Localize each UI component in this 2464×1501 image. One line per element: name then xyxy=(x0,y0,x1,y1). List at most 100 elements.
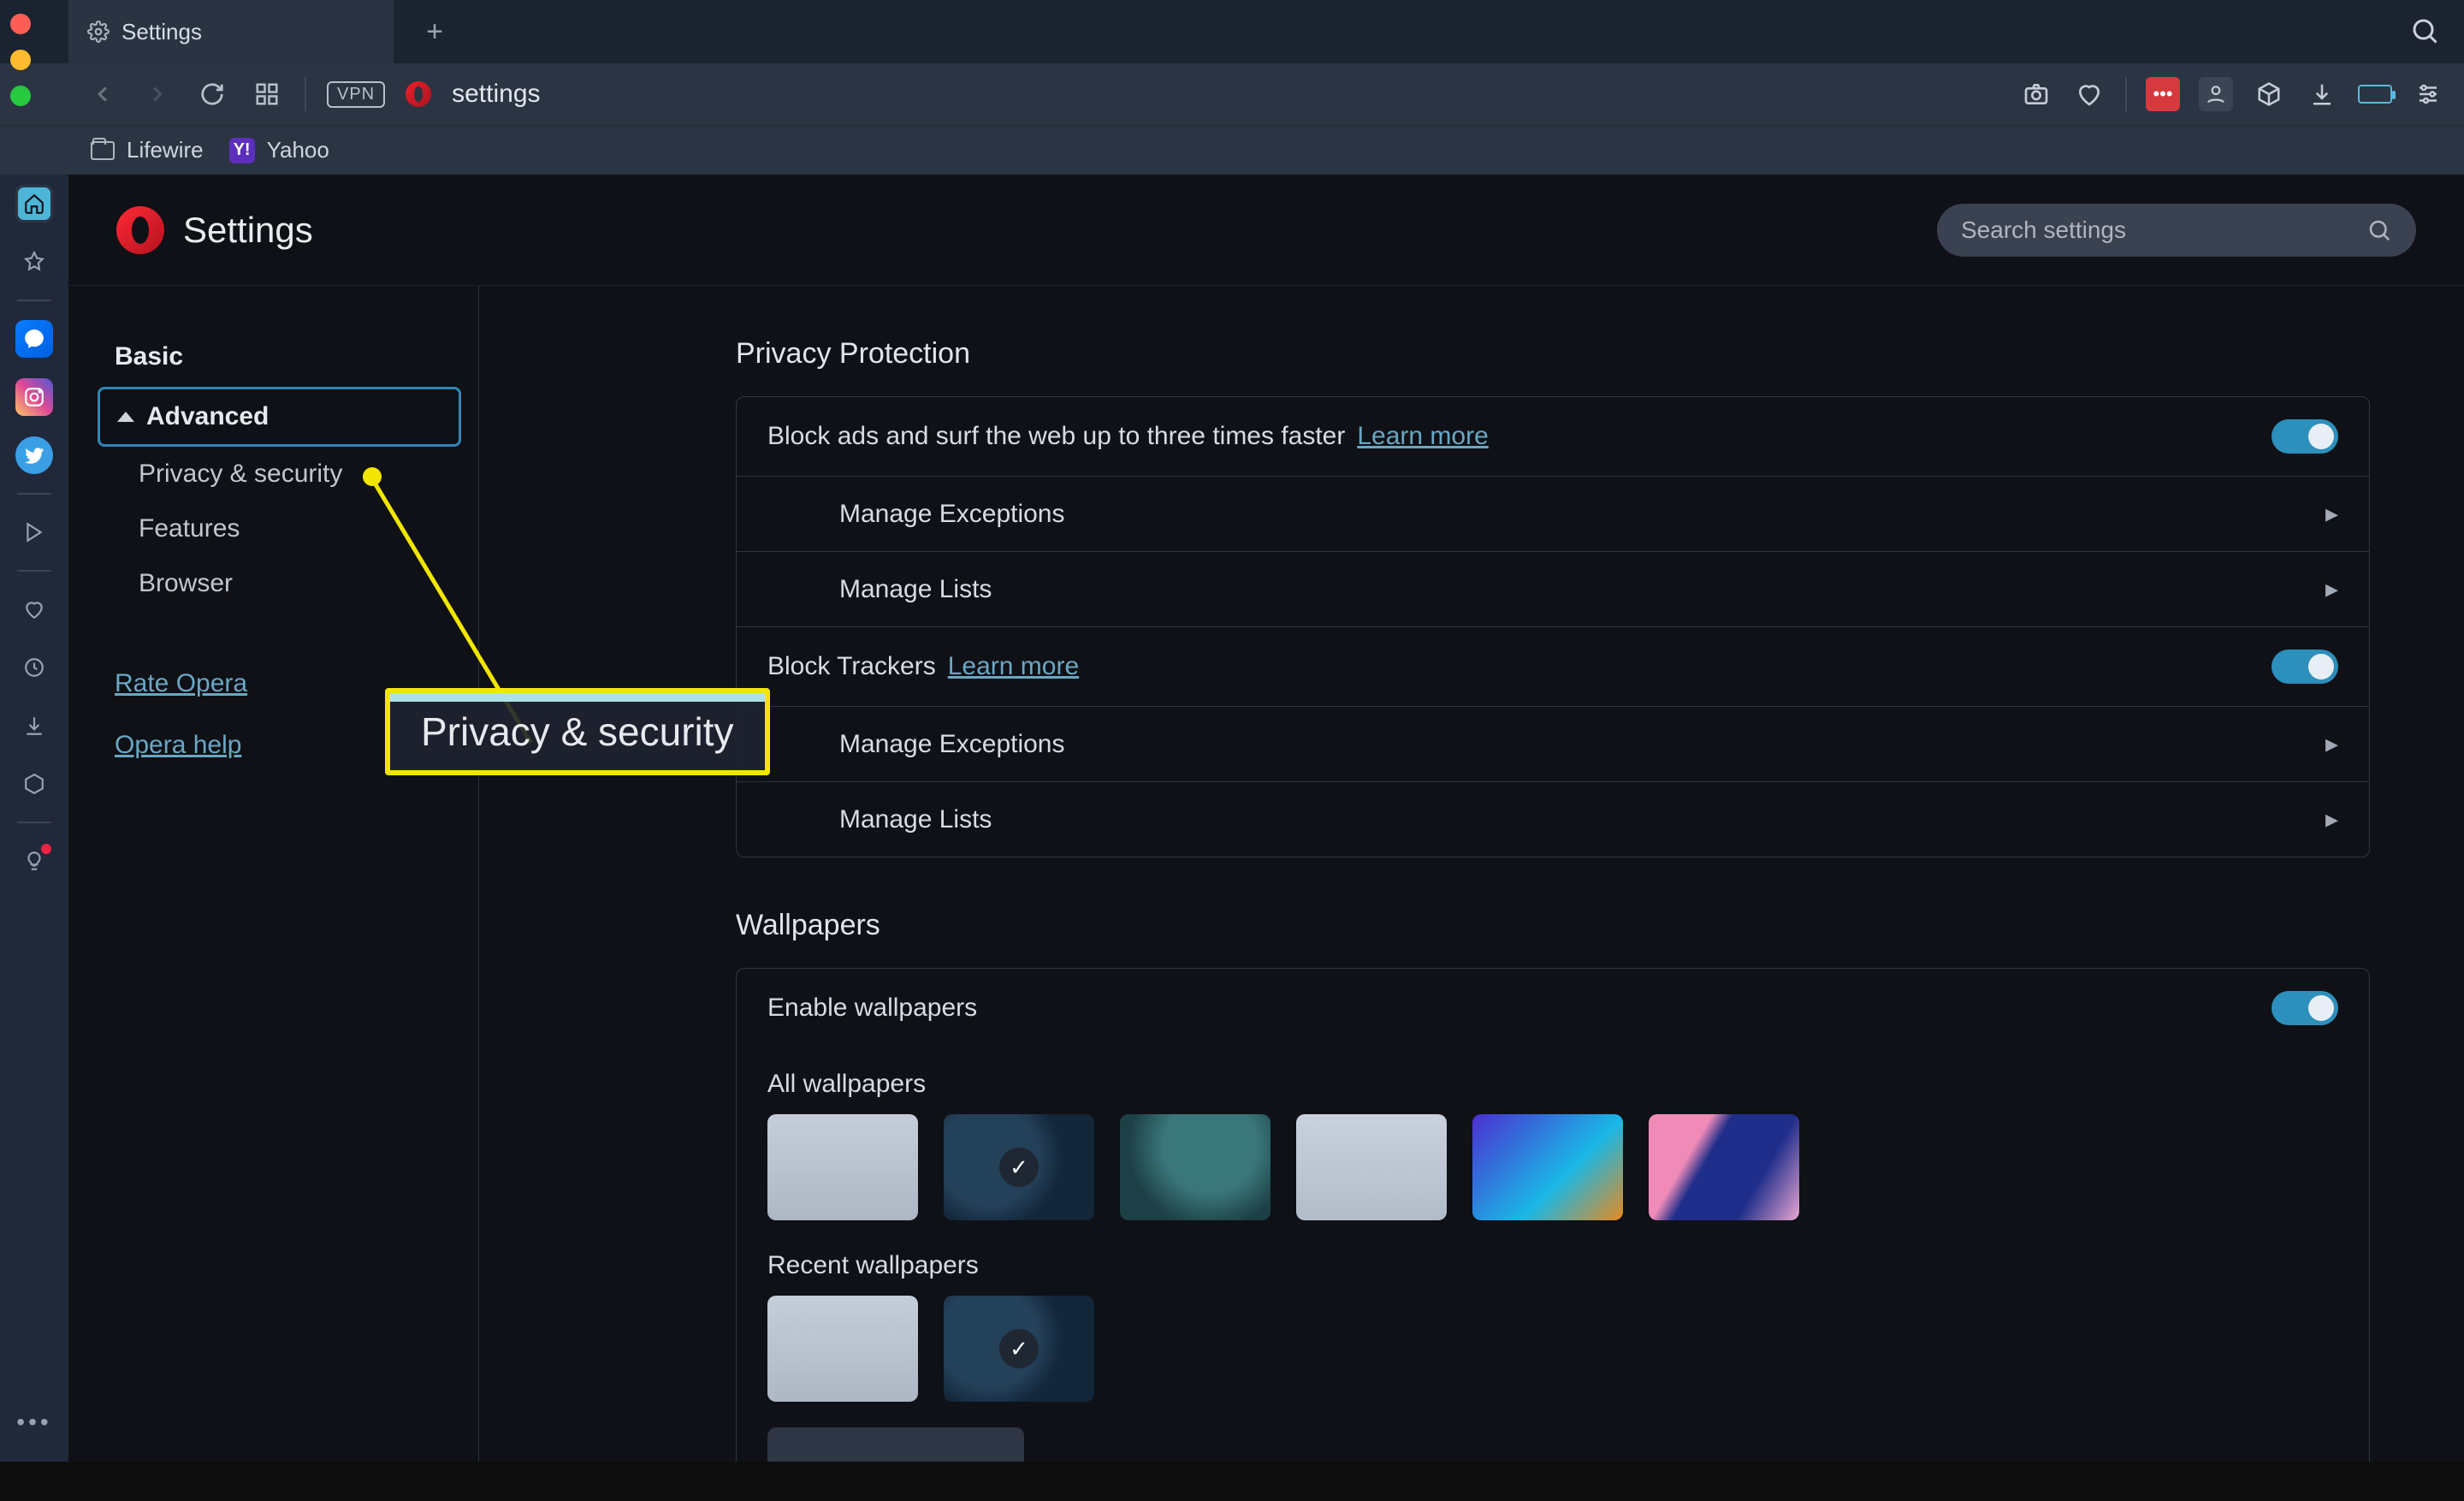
learn-more-link[interactable]: Learn more xyxy=(948,652,1079,681)
heart-icon[interactable] xyxy=(2072,77,2106,111)
wallpaper-thumb[interactable] xyxy=(1296,1114,1447,1220)
rail-pinboard[interactable] xyxy=(15,243,53,281)
tabs-search-button[interactable] xyxy=(2409,15,2443,50)
tab-settings[interactable]: Settings xyxy=(68,0,394,63)
cube-icon[interactable] xyxy=(2252,77,2286,111)
learn-more-link[interactable]: Learn more xyxy=(1357,422,1488,451)
rail-separator xyxy=(17,570,51,572)
toolbar-divider xyxy=(2125,77,2127,111)
row-label: Manage Lists xyxy=(839,575,992,604)
privacy-card: Block ads and surf the web up to three t… xyxy=(736,396,2370,857)
bookmark-lifewire[interactable]: Lifewire xyxy=(91,137,204,163)
gear-icon xyxy=(87,21,110,43)
profile-icon[interactable] xyxy=(2199,77,2233,111)
rail-heart[interactable] xyxy=(15,590,53,628)
sidebar-item-features[interactable]: Features xyxy=(98,501,461,556)
tab-strip: Settings + xyxy=(0,0,2464,63)
speed-dial-button[interactable] xyxy=(250,77,284,111)
row-label: Block Trackers xyxy=(767,652,936,681)
row-label: All wallpapers xyxy=(767,1070,926,1099)
wallpaper-thumb[interactable] xyxy=(1120,1114,1270,1220)
window-close[interactable] xyxy=(10,14,31,34)
wallpaper-thumb[interactable] xyxy=(767,1296,918,1402)
wallpaper-thumb[interactable] xyxy=(1472,1114,1623,1220)
snapshot-icon[interactable] xyxy=(2019,77,2053,111)
window-minimize[interactable] xyxy=(10,50,31,70)
row-manage-lists-trackers[interactable]: Manage Lists ▸ xyxy=(737,781,2369,857)
settings-sidebar: Basic Advanced Privacy & security Featur… xyxy=(68,286,479,1462)
rail-separator xyxy=(17,493,51,495)
row-label: Block ads and surf the web up to three t… xyxy=(767,422,1345,451)
downloads-icon[interactable] xyxy=(2305,77,2339,111)
new-tab-button[interactable]: + xyxy=(418,15,452,49)
rail-home[interactable] xyxy=(15,185,53,222)
settings-header: Settings Search settings xyxy=(68,175,2464,286)
address-text[interactable]: settings xyxy=(452,80,540,109)
all-wallpapers-list xyxy=(737,1106,2369,1246)
wallpapers-card: Enable wallpapers All wallpapers xyxy=(736,968,2370,1462)
row-block-ads: Block ads and surf the web up to three t… xyxy=(737,397,2369,476)
bookmark-label: Yahoo xyxy=(267,137,329,163)
link-opera-help[interactable]: Opera help xyxy=(98,722,258,768)
page-title: Settings xyxy=(183,210,313,251)
chevron-up-icon xyxy=(117,412,134,422)
recent-wallpapers-list xyxy=(737,1287,2369,1427)
back-button[interactable] xyxy=(86,77,120,111)
row-manage-exceptions[interactable]: Manage Exceptions ▸ xyxy=(737,476,2369,551)
row-manage-exceptions-trackers[interactable]: Manage Exceptions ▸ xyxy=(737,706,2369,781)
row-all-wallpapers-label: All wallpapers xyxy=(737,1047,2369,1106)
battery-icon[interactable] xyxy=(2358,85,2392,104)
vpn-badge[interactable]: VPN xyxy=(327,81,385,108)
rail-more[interactable]: ••• xyxy=(15,1403,53,1441)
rail-separator xyxy=(17,822,51,823)
row-manage-lists[interactable]: Manage Lists ▸ xyxy=(737,551,2369,626)
extension-red-icon[interactable]: ••• xyxy=(2146,77,2180,111)
search-settings-input[interactable]: Search settings xyxy=(1937,204,2416,257)
block-trackers-toggle[interactable] xyxy=(2272,650,2338,684)
forward-button[interactable] xyxy=(140,77,175,111)
opera-icon xyxy=(406,81,431,107)
row-enable-wallpapers: Enable wallpapers xyxy=(737,969,2369,1047)
easy-setup-icon[interactable] xyxy=(2411,77,2445,111)
rail-instagram[interactable] xyxy=(15,378,53,416)
wallpaper-thumb-selected[interactable] xyxy=(944,1296,1094,1402)
rail-twitter[interactable] xyxy=(15,436,53,474)
sidebar-advanced[interactable]: Advanced xyxy=(98,387,461,447)
enable-wallpapers-toggle[interactable] xyxy=(2272,991,2338,1025)
wallpaper-thumb[interactable] xyxy=(767,1114,918,1220)
sidebar-item-privacy-security[interactable]: Privacy & security xyxy=(98,447,461,501)
rail-extensions[interactable] xyxy=(15,765,53,803)
sidebar-basic[interactable]: Basic xyxy=(98,327,461,387)
block-ads-toggle[interactable] xyxy=(2272,419,2338,454)
chevron-right-icon: ▸ xyxy=(2325,499,2338,529)
tab-title: Settings xyxy=(121,19,202,45)
row-recent-wallpapers-label: Recent wallpapers xyxy=(737,1246,2369,1287)
rail-player[interactable] xyxy=(15,513,53,551)
rail-messenger[interactable] xyxy=(15,320,53,358)
sidebar-item-browser[interactable]: Browser xyxy=(98,556,461,611)
nav-toolbar: VPN settings ••• xyxy=(0,63,2464,125)
window-zoom[interactable] xyxy=(10,86,31,106)
toolbar-divider xyxy=(305,77,306,111)
folder-icon xyxy=(91,141,115,160)
row-label: Manage Exceptions xyxy=(839,730,1065,759)
chevron-right-icon: ▸ xyxy=(2325,729,2338,759)
opera-logo-icon xyxy=(116,206,164,254)
link-rate-opera[interactable]: Rate Opera xyxy=(98,661,264,707)
yahoo-icon: Y! xyxy=(229,138,255,163)
row-label: Recent wallpapers xyxy=(767,1251,979,1280)
bookmarks-bar: Lifewire Y! Yahoo xyxy=(0,125,2464,175)
rail-tips[interactable] xyxy=(15,842,53,880)
wallpaper-thumb-selected[interactable] xyxy=(944,1114,1094,1220)
wallpaper-thumb[interactable] xyxy=(1649,1114,1799,1220)
rail-downloads[interactable] xyxy=(15,707,53,745)
row-block-trackers: Block Trackers Learn more xyxy=(737,626,2369,706)
rail-separator xyxy=(17,300,51,301)
reload-button[interactable] xyxy=(195,77,229,111)
bookmark-yahoo[interactable]: Y! Yahoo xyxy=(229,137,329,163)
rail-history[interactable] xyxy=(15,649,53,686)
section-privacy-protection: Privacy Protection xyxy=(736,337,2370,371)
row-label: Manage Lists xyxy=(839,805,992,834)
sidebar-label: Advanced xyxy=(146,402,269,431)
get-more-wallpapers-button[interactable] xyxy=(767,1427,1024,1462)
